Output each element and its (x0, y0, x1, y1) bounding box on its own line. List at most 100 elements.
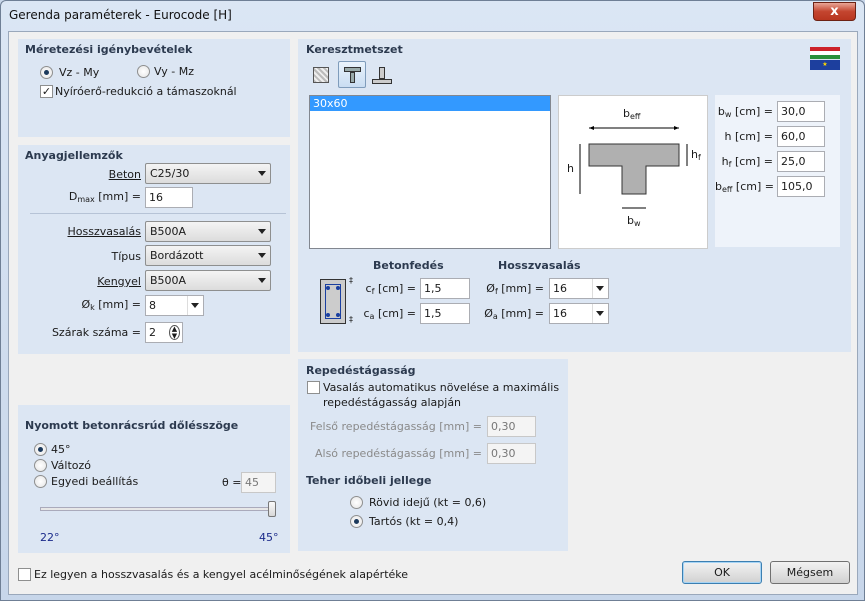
bw-label: bw (627, 214, 641, 228)
cover-ca-input[interactable]: 1,5 (420, 303, 470, 324)
dialog-client: Méretezési igénybevételek Vz - My Vy - M… (8, 31, 858, 595)
section-list[interactable]: 30x60 (309, 95, 551, 249)
chevron-down-icon (596, 311, 604, 316)
chevron-down-icon (258, 229, 266, 234)
longitudinal-steel-label: Hosszvasalás (67, 225, 142, 238)
combo-button[interactable] (592, 279, 608, 298)
stirrup-diameter-combo[interactable]: 8 (145, 295, 204, 316)
radio-vz-my[interactable] (40, 66, 53, 79)
radio-vz-my-label[interactable]: Vz - My (59, 66, 99, 79)
auto-increase-checkbox[interactable] (307, 381, 320, 394)
cancel-button[interactable]: Mégsem (770, 561, 850, 584)
radio-long-term-label[interactable]: Tartós (kt = 0,4) (369, 515, 458, 528)
theta-label: θ = (222, 476, 242, 489)
material-panel: Anyagjellemzők Beton C25/30 Dmax [mm] = … (18, 145, 290, 354)
radio-short-term-label[interactable]: Rövid idejű (kt = 0,6) (369, 496, 486, 509)
rebar-top-value: 16 (553, 282, 567, 295)
theta-input[interactable]: 45 (241, 472, 276, 493)
strut-angle-panel: Nyomott betonrácsrúd dőlésszöge 45° Vált… (18, 405, 290, 553)
chevron-down-icon (596, 286, 604, 291)
slider-thumb[interactable] (268, 501, 276, 517)
default-steel-checkbox[interactable] (18, 568, 31, 581)
stirrup-steel-value: B500A (150, 274, 187, 287)
param-hf-label: hf [cm] = (721, 155, 773, 169)
section-diagram: beff h hf bw (558, 95, 708, 249)
cover-cf-input[interactable]: 1,5 (420, 278, 470, 299)
radio-vy-mz[interactable] (137, 65, 150, 78)
auto-increase-label-2[interactable]: repedéstágasság alapján (323, 396, 461, 409)
param-h-input[interactable]: 60,0 (777, 126, 825, 147)
spinner-icon[interactable]: ▲ ▼ (169, 325, 180, 340)
rebar-bottom-value: 16 (553, 307, 567, 320)
param-beff-label: beff [cm] = (715, 180, 774, 194)
slider-track[interactable] (40, 507, 276, 511)
radio-45-label[interactable]: 45° (51, 443, 71, 456)
dmax-label: Dmax [mm] = (68, 190, 141, 204)
t-section-icon[interactable] (338, 61, 366, 88)
material-divider (30, 213, 286, 214)
shear-reduction-checkbox[interactable]: ✓ (40, 85, 53, 98)
cover-title: Betonfedés (373, 259, 444, 272)
chevron-down-icon (191, 303, 199, 308)
param-bw-label: bw [cm] = (717, 105, 773, 119)
design-forces-panel: Méretezési igénybevételek Vz - My Vy - M… (18, 39, 290, 137)
ok-button[interactable]: OK (682, 561, 762, 584)
hf-label: hf (691, 148, 701, 162)
shear-reduction-label[interactable]: Nyíróerő-redukció a támaszoknál (55, 85, 237, 98)
upper-crack-input[interactable]: 0,30 (487, 416, 536, 437)
longitudinal-steel-select[interactable]: B500A (145, 221, 271, 242)
radio-short-term[interactable] (350, 496, 363, 509)
bar-type-value: Bordázott (150, 249, 204, 262)
lower-crack-input[interactable]: 0,30 (487, 443, 536, 464)
param-beff-input[interactable]: 105,0 (777, 176, 825, 197)
inverted-t-section-icon[interactable] (372, 65, 392, 85)
default-steel-label[interactable]: Ez legyen a hosszvasalás és a kengyel ac… (34, 568, 408, 581)
radio-variable-label[interactable]: Változó (51, 459, 91, 472)
stirrup-steel-select[interactable]: B500A (145, 270, 271, 291)
dmax-input[interactable]: 16 (145, 187, 193, 208)
concrete-select[interactable]: C25/30 (145, 163, 271, 184)
radio-vy-mz-label[interactable]: Vy - Mz (154, 65, 194, 78)
window-title: Gerenda paraméterek - Eurocode [H] (9, 8, 232, 22)
stirrup-legs-value: 2 (149, 326, 156, 339)
cover-icon: ‡ ‡ (318, 276, 354, 324)
lower-crack-label: Alsó repedéstágasság [mm] = (314, 447, 482, 460)
bar-type-select[interactable]: Bordázott (145, 245, 271, 266)
rebar-top-combo[interactable]: 16 (549, 278, 609, 299)
cover-cf-label: cf [cm] = (365, 282, 416, 296)
param-bw-input[interactable]: 30,0 (777, 101, 825, 122)
title-bar[interactable]: Gerenda paraméterek - Eurocode [H] x (1, 1, 864, 31)
hungarian-flag-icon: ★ (810, 47, 840, 70)
rectangle-section-icon[interactable] (313, 67, 329, 83)
concrete-value: C25/30 (150, 167, 190, 180)
param-hf-input[interactable]: 25,0 (777, 151, 825, 172)
beff-label: beff (623, 107, 641, 121)
stirrup-legs-label: Szárak száma = (51, 326, 141, 339)
section-params-panel: bw [cm] = 30,0 h [cm] = 60,0 hf [cm] = 2… (715, 95, 840, 247)
rebar-bottom-label: Øa [mm] = (484, 307, 544, 321)
radio-custom[interactable] (34, 475, 47, 488)
radio-45[interactable] (34, 443, 47, 456)
stirrup-legs-spinner[interactable]: 2 ▲ ▼ (145, 322, 183, 343)
radio-variable[interactable] (34, 459, 47, 472)
crack-width-panel: Repedéstágasság Vasalás automatikus növe… (298, 359, 568, 551)
dialog-window: Gerenda paraméterek - Eurocode [H] x Mér… (0, 0, 865, 601)
close-button[interactable]: x (813, 2, 856, 21)
combo-button[interactable] (592, 304, 608, 323)
cross-section-title: Keresztmetszet (306, 43, 403, 56)
cross-section-panel: Keresztmetszet ★ 30x60 beff h hf bw bw [… (298, 39, 851, 352)
rebar-top-label: Øf [mm] = (486, 282, 544, 296)
rebar-title: Hosszvasalás (498, 259, 581, 272)
auto-increase-label[interactable]: Vasalás automatikus növelése a maximális (323, 381, 559, 394)
bar-type-label: Típus (111, 250, 141, 263)
upper-crack-label: Felső repedéstágasság [mm] = (310, 420, 482, 433)
section-list-item[interactable]: 30x60 (310, 96, 550, 111)
cover-ca-label: ca [cm] = (363, 307, 416, 321)
combo-button[interactable] (187, 296, 203, 315)
stirrup-steel-label: Kengyel (97, 275, 141, 288)
rebar-bottom-combo[interactable]: 16 (549, 303, 609, 324)
radio-long-term[interactable] (350, 515, 363, 528)
stirrup-diameter-label: Øk [mm] = (81, 298, 141, 312)
h-label: h (567, 162, 574, 175)
radio-custom-label[interactable]: Egyedi beállítás (51, 475, 138, 488)
